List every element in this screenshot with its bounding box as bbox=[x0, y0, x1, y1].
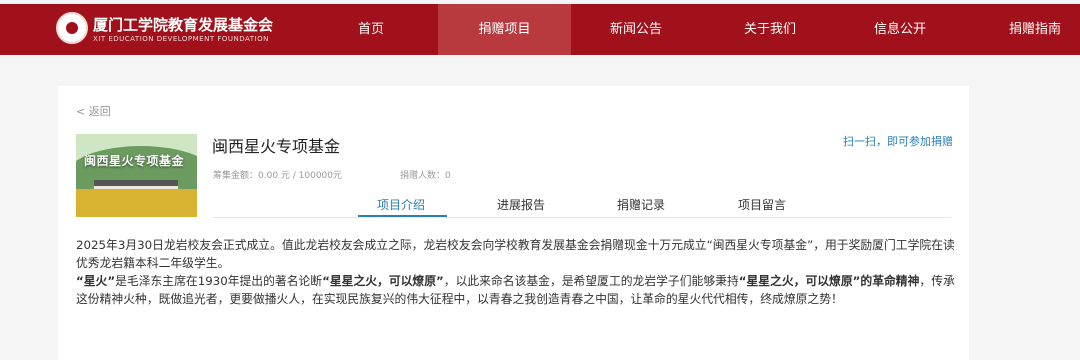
brand-subtitle: XIT EDUCATION DEVELOPMENT FOUNDATION bbox=[93, 35, 269, 43]
project-tabs bbox=[213, 196, 951, 218]
project-image-title: 闽西星火专项基金 bbox=[84, 154, 185, 168]
paragraph-text: ，以此来命名该基金，是希望厦工的龙岩学子们能够秉持 bbox=[443, 274, 739, 288]
brand-title[interactable]: 厦门工学院教育发展基金会 bbox=[93, 14, 273, 35]
back-link[interactable]: < 返回 bbox=[76, 103, 111, 119]
tab-progress[interactable]: 进展报告 bbox=[497, 196, 545, 216]
project-image: 闽西星火专项基金 bbox=[76, 134, 197, 217]
tab-messages[interactable]: 项目留言 bbox=[738, 196, 786, 216]
nav-about[interactable]: 关于我们 bbox=[730, 4, 810, 55]
top-navbar: 厦门工学院教育发展基金会 XIT EDUCATION DEVELOPMENT F… bbox=[0, 4, 1080, 55]
description-paragraph-2: “星火”是毛泽东主席在1930年提出的著名论断“星星之火，可以燎原”，以此来命名… bbox=[76, 272, 956, 308]
donor-count: 捐赠人数：0 bbox=[400, 171, 451, 181]
tab-donation-records[interactable]: 捐赠记录 bbox=[617, 196, 665, 216]
spark-quote: “星火” bbox=[76, 274, 116, 288]
active-tab-indicator bbox=[358, 215, 447, 217]
tab-intro[interactable]: 项目介绍 bbox=[377, 196, 425, 216]
quote-bold: “星星之火，可以燎原” bbox=[322, 274, 444, 288]
project-description: 2025年3月30日龙岩校友会正式成立。值此龙岩校友会成立之际，龙岩校友会向学校… bbox=[76, 236, 956, 308]
foundation-logo-icon[interactable] bbox=[56, 12, 88, 44]
paragraph-text: 是毛泽东主席在1930年提出的著名论断 bbox=[115, 274, 323, 288]
nav-donation-projects[interactable]: 捐赠项目 bbox=[438, 4, 571, 55]
quote-bold: “星星之火，可以燎原” bbox=[738, 274, 861, 288]
raised-amount: 筹集金额：0.00 元 / 100000元 bbox=[213, 171, 343, 181]
revolution-spirit: 的革命精神 bbox=[860, 274, 920, 288]
nav-home[interactable]: 首页 bbox=[340, 4, 402, 55]
project-card bbox=[58, 86, 969, 360]
nav-donation-guide[interactable]: 捐赠指南 bbox=[995, 4, 1075, 55]
nav-disclosure[interactable]: 信息公开 bbox=[860, 4, 940, 55]
scan-to-donate-link[interactable]: 扫一扫，即可参加捐赠 bbox=[843, 133, 953, 149]
rapeseed-field bbox=[76, 189, 197, 217]
nav-news[interactable]: 新闻公告 bbox=[596, 4, 676, 55]
project-title: 闽西星火专项基金 bbox=[212, 137, 341, 156]
description-paragraph-1: 2025年3月30日龙岩校友会正式成立。值此龙岩校友会成立之际，龙岩校友会向学校… bbox=[76, 238, 955, 270]
